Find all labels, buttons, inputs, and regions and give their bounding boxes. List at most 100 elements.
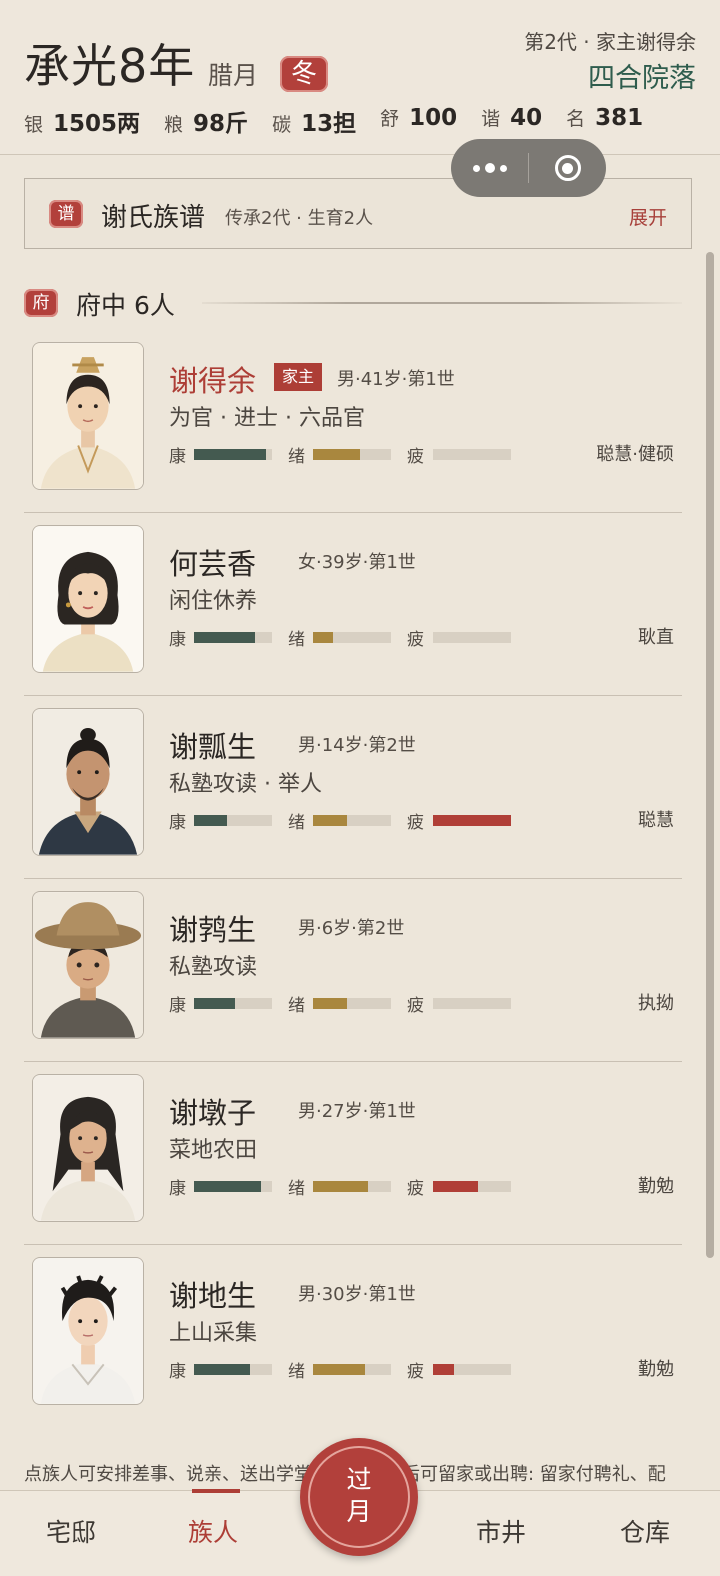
- health-bar: [194, 998, 272, 1009]
- mood-label: 绪: [288, 1362, 305, 1382]
- resource-label: 舒: [380, 108, 400, 130]
- health-bar-fill: [194, 449, 266, 460]
- portrait-avatar: [32, 1257, 144, 1405]
- divider: [202, 302, 682, 304]
- member-stats: 康 绪 疲 勤勉: [169, 1172, 674, 1199]
- close-miniapp-icon[interactable]: [529, 139, 606, 197]
- resource-label: 名: [566, 108, 586, 130]
- member-card[interactable]: 谢墩子 男·27岁·第1世 菜地农田 康 绪 疲 勤勉: [24, 1062, 682, 1245]
- resource-value: 381: [595, 105, 644, 131]
- mood-bar-fill: [313, 632, 333, 643]
- resource-label: 碳: [272, 114, 292, 136]
- health-label: 康: [169, 630, 186, 650]
- member-card[interactable]: 何芸香 女·39岁·第1世 闲住休养 康 绪 疲 耿直: [24, 513, 682, 696]
- active-tab-indicator: [192, 1489, 240, 1493]
- health-bar-fill: [194, 1181, 262, 1192]
- current-year: 承光8年: [24, 39, 196, 93]
- fatigue-bar-fill: [433, 815, 511, 826]
- member-name: 谢得余: [169, 364, 257, 398]
- member-traits: 勤勉: [638, 1359, 674, 1380]
- member-card[interactable]: 谢瓢生 男·14岁·第2世 私塾攻读 · 举人 康 绪 疲 聪慧: [24, 696, 682, 879]
- fatigue-label: 疲: [407, 1362, 424, 1382]
- resource-value: 40: [510, 105, 543, 131]
- member-name: 谢鹁生: [169, 913, 257, 947]
- resource-label: 银: [24, 114, 44, 136]
- genealogy-seal-icon: 谱: [49, 200, 83, 228]
- member-traits: 执拗: [638, 993, 674, 1014]
- member-stats: 康 绪 疲 勤勉: [169, 1355, 674, 1382]
- member-traits: 聪慧·健硕: [596, 444, 674, 465]
- resource-fame: 名 381: [566, 104, 643, 138]
- tab-residence[interactable]: 宅邸: [46, 1513, 96, 1549]
- portrait-avatar: [32, 525, 144, 673]
- health-bar: [194, 632, 272, 643]
- resource-bar: 银 1505两 粮 98斤 碳 13担 舒 100 谐 40 名 381: [24, 104, 667, 138]
- member-occupation: 菜地农田: [169, 1138, 258, 1163]
- scrollbar[interactable]: [706, 252, 714, 1258]
- fatigue-bar-fill: [433, 1364, 455, 1375]
- fatigue-bar-fill: [433, 1181, 479, 1192]
- fatigue-label: 疲: [407, 813, 424, 833]
- member-occupation: 私塾攻读: [169, 955, 258, 980]
- resource-charcoal: 碳 13担: [272, 104, 356, 138]
- mood-label: 绪: [288, 813, 305, 833]
- mood-bar-fill: [313, 998, 348, 1009]
- resource-harmony: 谐 40: [481, 104, 542, 138]
- health-bar-fill: [194, 998, 235, 1009]
- resource-value: 98斤: [193, 111, 249, 137]
- tab-clan[interactable]: 族人: [188, 1513, 238, 1549]
- member-card[interactable]: 谢地生 男·30岁·第1世 上山采集 康 绪 疲 勤勉: [24, 1245, 682, 1427]
- resource-label: 谐: [481, 108, 501, 130]
- more-options-icon[interactable]: [451, 139, 528, 197]
- household-title: 府中 6人: [76, 291, 175, 320]
- fatigue-bar: [433, 449, 511, 460]
- health-bar: [194, 449, 272, 460]
- member-name: 谢瓢生: [169, 730, 257, 764]
- fatigue-label: 疲: [407, 630, 424, 650]
- current-month: 腊月: [208, 61, 259, 90]
- fatigue-bar: [433, 815, 511, 826]
- health-label: 康: [169, 1179, 186, 1199]
- mood-bar: [313, 1364, 391, 1375]
- mood-bar: [313, 1181, 391, 1192]
- mood-label: 绪: [288, 1179, 305, 1199]
- head-of-family-badge: 家主: [274, 363, 323, 391]
- estate-name[interactable]: 四合院落: [588, 56, 696, 95]
- member-name: 谢地生: [169, 1279, 257, 1313]
- member-name: 谢墩子: [169, 1096, 257, 1130]
- genealogy-subtitle: 传承2代 · 生育2人: [225, 208, 374, 229]
- health-label: 康: [169, 996, 186, 1016]
- member-meta: 男·30岁·第1世: [298, 1284, 416, 1305]
- member-card[interactable]: 谢鹁生 男·6岁·第2世 私塾攻读 康 绪 疲 执拗: [24, 879, 682, 1062]
- mood-label: 绪: [288, 996, 305, 1016]
- member-meta: 男·14岁·第2世: [298, 735, 416, 756]
- health-label: 康: [169, 813, 186, 833]
- fatigue-bar: [433, 1364, 511, 1375]
- health-bar: [194, 1364, 272, 1375]
- mood-bar-fill: [313, 815, 347, 826]
- advance-month-button[interactable]: 过 月: [300, 1438, 418, 1556]
- resource-comfort: 舒 100: [380, 104, 457, 138]
- fatigue-label: 疲: [407, 996, 424, 1016]
- fatigue-bar: [433, 632, 511, 643]
- resource-label: 粮: [164, 114, 184, 136]
- fatigue-label: 疲: [407, 447, 424, 467]
- tab-warehouse[interactable]: 仓库: [620, 1513, 670, 1549]
- member-meta: 男·6岁·第2世: [298, 918, 405, 939]
- member-card[interactable]: 谢得余 家主 男·41岁·第1世 为官 · 进士 · 六品官 康 绪 疲 聪慧·…: [24, 330, 682, 513]
- fatigue-bar: [433, 1181, 511, 1192]
- tab-market[interactable]: 市井: [476, 1513, 526, 1549]
- portrait-avatar: [32, 708, 144, 856]
- member-stats: 康 绪 疲 耿直: [169, 623, 674, 650]
- member-traits: 聪慧: [638, 810, 674, 831]
- expand-button[interactable]: 展开: [629, 203, 667, 230]
- resource-value: 100: [409, 105, 458, 131]
- advance-month-char-1: 过: [346, 1465, 372, 1494]
- member-meta: 男·27岁·第1世: [298, 1101, 416, 1122]
- resource-grain: 粮 98斤: [164, 104, 248, 138]
- mood-bar: [313, 998, 391, 1009]
- household-header: 府 府中 6人: [24, 286, 684, 320]
- fatigue-bar: [433, 998, 511, 1009]
- member-occupation: 闲住休养: [169, 589, 258, 614]
- resource-value: 13担: [301, 111, 357, 137]
